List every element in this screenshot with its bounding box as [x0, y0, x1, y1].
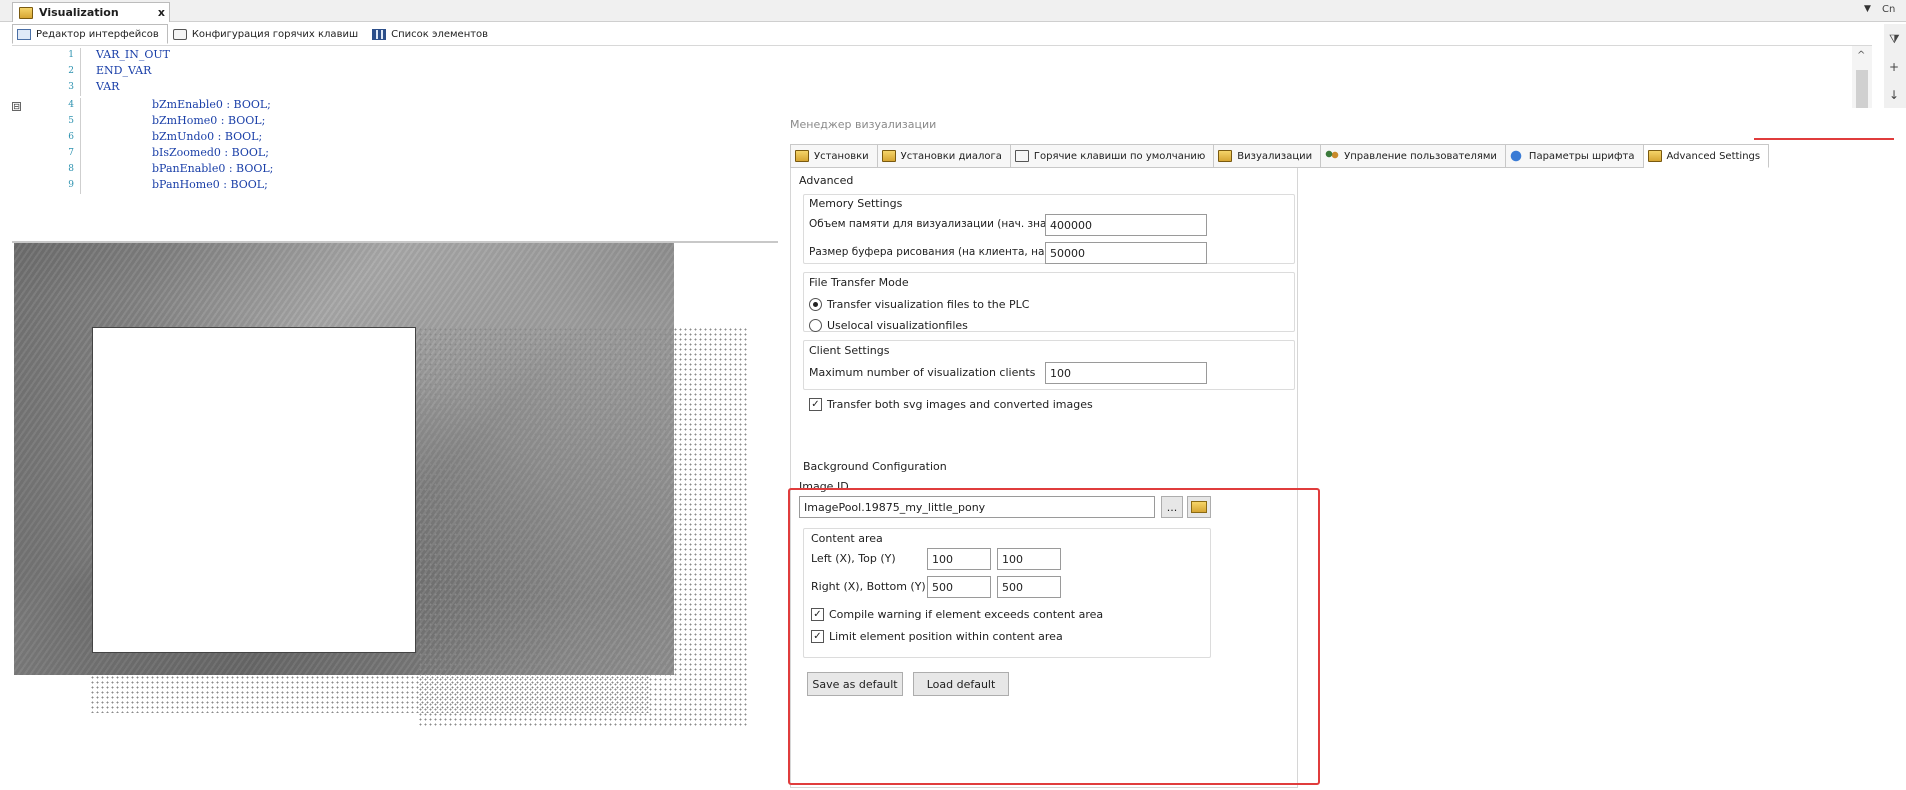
tab-advanced-settings[interactable]: Advanced Settings [1643, 144, 1770, 168]
tab-default-hotkeys[interactable]: Горячие клавиши по умолчанию [1010, 144, 1215, 168]
line-number: 1 [68, 50, 74, 60]
visualization-icon [19, 6, 33, 19]
file-transfer-title: File Transfer Mode [809, 276, 909, 289]
interface-editor-icon [17, 28, 31, 40]
tab-visualizations[interactable]: Визуализации [1214, 144, 1322, 168]
line-number: 5 [68, 116, 74, 126]
keyboard-icon [172, 28, 187, 40]
tab-element-list[interactable]: Список элементов [367, 24, 497, 44]
tab-interface-editor[interactable]: Редактор интерфейсов [12, 24, 168, 44]
transfer-svg-checkbox[interactable]: ✓ [809, 398, 822, 411]
filter-icon[interactable]: ⧩ [1889, 32, 1900, 47]
code-line: 4 bZmEnable0 : BOOL; [12, 98, 912, 114]
code-line: 2 END_VAR [12, 64, 912, 80]
canvas-grid [90, 675, 650, 713]
element-list-icon [372, 28, 387, 40]
font-icon [1509, 150, 1524, 162]
visualization-element-rectangle[interactable] [92, 327, 416, 653]
close-icon[interactable]: x [158, 6, 165, 19]
canvas-grid [418, 327, 748, 727]
line-number: 2 [68, 66, 74, 76]
transfer-to-plc-label: Transfer visualization files to the PLC [827, 298, 1030, 311]
code-text: VAR [96, 80, 120, 93]
background-config-highlight [788, 488, 1320, 785]
editor-view-tabs: Редактор интерфейсов Конфигурация горячи… [12, 24, 497, 44]
max-clients-input[interactable] [1045, 362, 1207, 384]
line-number: 8 [68, 164, 74, 174]
tab-settings[interactable]: Установки [790, 144, 878, 168]
line-number: 9 [68, 180, 74, 190]
line-number: 4 [68, 100, 74, 110]
transfer-to-plc-radio[interactable] [809, 298, 822, 311]
dialog-settings-icon [881, 150, 896, 162]
code-line: 9 bPanHome0 : BOOL; [12, 178, 912, 194]
line-number: 6 [68, 132, 74, 142]
active-tab-highlight [1754, 138, 1894, 140]
tab-label: Установки диалога [900, 150, 1002, 162]
document-tab-strip: Visualization x ▼ Cn [0, 0, 1906, 22]
code-text: bZmUndo0 : BOOL; [152, 130, 263, 143]
tab-label: Параметры шрифта [1528, 150, 1635, 162]
chevron-down-icon[interactable]: ▼ [1864, 4, 1871, 14]
tab-label: Визуализации [1237, 150, 1313, 162]
code-line: 1 VAR_IN_OUT [12, 48, 912, 64]
tab-label: Установки [814, 150, 869, 162]
paint-buffer-input[interactable] [1045, 242, 1207, 264]
tab-user-management[interactable]: Управление пользователями [1321, 144, 1506, 168]
code-text: bZmHome0 : BOOL; [152, 114, 266, 127]
visualization-icon [1218, 150, 1233, 162]
code-line: 5 bZmHome0 : BOOL; [12, 114, 912, 130]
advanced-settings-icon [1647, 150, 1662, 162]
transfer-svg-label: Transfer both svg images and converted i… [827, 398, 1093, 411]
tab-label: Конфигурация горячих клавиш [191, 28, 359, 40]
tab-label: Редактор интерфейсов [36, 28, 159, 40]
code-text: bZmEnable0 : BOOL; [152, 98, 271, 111]
tab-label: Список элементов [391, 28, 489, 40]
memory-size-input[interactable] [1045, 214, 1207, 236]
code-line: 3 VAR [12, 80, 912, 96]
tab-font-parameters[interactable]: Параметры шрифта [1505, 144, 1644, 168]
advanced-heading: Advanced [799, 174, 854, 187]
tab-hotkeys-config[interactable]: Конфигурация горячих клавиш [168, 24, 367, 44]
code-text: END_VAR [96, 64, 152, 77]
tab-label: Advanced Settings [1666, 150, 1761, 162]
tab-label: Управление пользователями [1344, 150, 1497, 162]
manager-tabs: Установки Установки диалога Горячие клав… [790, 144, 1770, 168]
code-line: 6 bZmUndo0 : BOOL; [12, 130, 912, 146]
background-config-title: Background Configuration [803, 460, 947, 473]
code-line: 7 bIsZoomed0 : BOOL; [12, 146, 912, 162]
document-tab-visualization[interactable]: Visualization x [12, 2, 170, 22]
code-text: bPanEnable0 : BOOL; [152, 162, 274, 175]
use-local-files-radio[interactable] [809, 319, 822, 332]
memory-settings-title: Memory Settings [809, 197, 903, 210]
max-clients-label: Maximum number of visualization clients [809, 366, 1036, 379]
use-local-files-label: Uselocal visualizationfiles [827, 319, 968, 332]
code-text: bPanHome0 : BOOL; [152, 178, 268, 191]
scrollbar-thumb[interactable] [1856, 70, 1868, 110]
line-number: 7 [68, 148, 74, 158]
users-icon [1325, 150, 1340, 162]
line-number: 3 [68, 82, 74, 92]
document-tab-title: Visualization [39, 6, 119, 19]
chevron-up-icon[interactable]: ^ [1857, 50, 1865, 61]
right-toolbar: ⧩ + ↓ [1884, 24, 1906, 120]
code-line: 8 bPanEnable0 : BOOL; [12, 162, 912, 178]
manager-title: Менеджер визуализации [790, 118, 937, 131]
code-text: VAR_IN_OUT [96, 48, 171, 61]
sort-icon[interactable]: ↓ [1889, 88, 1899, 102]
add-icon[interactable]: + [1889, 60, 1899, 74]
memory-size-label: Объем памяти для визуализации (нач. знач… [809, 218, 1060, 230]
right-panel-tab-label[interactable]: Cn [1882, 4, 1895, 15]
tab-label: Горячие клавиши по умолчанию [1033, 150, 1206, 162]
keyboard-icon [1014, 150, 1029, 162]
paint-buffer-label: Размер буфера рисования (на клиента, нач… [809, 246, 1063, 258]
code-text: bIsZoomed0 : BOOL; [152, 146, 269, 159]
client-settings-title: Client Settings [809, 344, 890, 357]
settings-icon [795, 150, 809, 162]
tab-dialog-settings[interactable]: Установки диалога [877, 144, 1011, 168]
